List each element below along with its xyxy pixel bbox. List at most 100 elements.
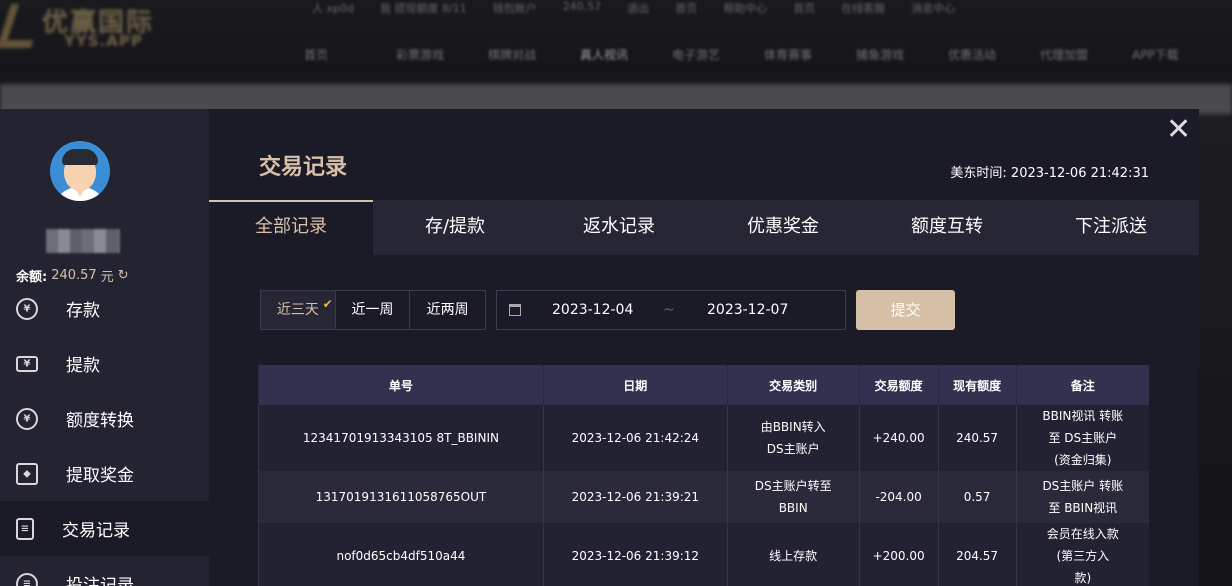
cell-date: 2023-12-06 21:39:12 xyxy=(542,523,728,586)
nav-item: 棋牌对战 xyxy=(488,48,537,62)
sidebar-item-label: 额度转换 xyxy=(66,411,134,431)
range-label: 近三天 xyxy=(276,302,319,318)
sidebar-menu: ¥ 存款 ¥ 提款 ¥ 额度转换 ◆ 提取奖金 ≡ 交易记录 ≡ 投注记录 xyxy=(0,281,209,586)
top-bar-item: 人 xp0d xyxy=(312,2,354,15)
background-top-bar: 人 xp0d 我 提现额度 8/11 钱包账户 240.57 退出 首页 帮助中… xyxy=(312,0,955,16)
deposit-icon: ¥ xyxy=(16,297,38,320)
submit-button[interactable]: 提交 xyxy=(856,290,955,330)
bet-record-icon: ≡ xyxy=(16,572,38,586)
username-redacted xyxy=(46,229,120,253)
top-bar-item: 我 提现额度 8/11 xyxy=(379,2,467,15)
page-title: 交易记录 xyxy=(259,155,348,180)
column-header: 备注 xyxy=(1015,365,1149,405)
check-icon: ✔ xyxy=(322,297,333,311)
nav-item: 首页 xyxy=(304,48,329,62)
top-bar-item: 退出 xyxy=(627,2,650,15)
top-bar-item: 钱包账户 xyxy=(492,2,537,15)
table-row: 12341701913343105 8T_BBININ 2023-12-06 2… xyxy=(258,405,1149,471)
column-header: 交易类别 xyxy=(726,365,860,405)
cell-note: DS主账户 转账至 BBIN视讯 xyxy=(1015,471,1149,523)
table-header-row: 单号 日期 交易类别 交易额度 现有额度 备注 xyxy=(258,365,1149,405)
cell-balance: 0.57 xyxy=(937,471,1017,523)
clock-value: 2023-12-06 21:42:31 xyxy=(1010,166,1149,181)
range-3-days-button[interactable]: 近三天 ✔ xyxy=(261,291,336,329)
sidebar-item-label: 提款 xyxy=(66,356,100,376)
withdraw-ticket-icon: ¥ xyxy=(16,355,38,372)
top-bar-item: 首页 xyxy=(793,2,816,15)
cell-balance: 204.57 xyxy=(937,523,1017,586)
top-bar-item: 240.57 xyxy=(562,0,602,13)
close-button[interactable]: ✕ xyxy=(1166,115,1191,145)
cell-order-id: 1317019131611058765OUT xyxy=(258,471,544,523)
date-separator: ~ xyxy=(663,302,675,318)
transaction-modal: 余额: 240.57 元 ↻ ¥ 存款 ¥ 提款 ¥ 额度转换 ◆ 提取奖金 ≡… xyxy=(0,109,1199,586)
main-panel: 交易记录 美东时间: 2023-12-06 21:42:31 全部记录 存/提款… xyxy=(209,109,1199,586)
sidebar-item-label: 提取奖金 xyxy=(66,466,134,486)
cell-amount: +240.00 xyxy=(858,405,939,471)
column-header: 现有额度 xyxy=(937,365,1017,405)
clock-label: 美东时间: xyxy=(950,166,1007,181)
cell-note: BBIN视讯 转账至 DS主账户 (资金归集) xyxy=(1015,405,1149,471)
sidebar-item-bonus[interactable]: ◆ 提取奖金 xyxy=(0,446,209,501)
nav-item: APP下载 xyxy=(1132,48,1179,62)
avatar xyxy=(50,141,110,201)
cell-amount: -204.00 xyxy=(858,471,939,523)
column-header: 单号 xyxy=(258,365,544,405)
tab-promo-bonus[interactable]: 优惠奖金 xyxy=(701,200,865,255)
tab-all-records[interactable]: 全部记录 xyxy=(209,200,373,255)
nav-item: 电子游艺 xyxy=(672,48,721,62)
clipboard-icon: ≡ xyxy=(16,517,34,540)
cell-date: 2023-12-06 21:42:24 xyxy=(542,405,728,471)
account-sidebar: 余额: 240.57 元 ↻ ¥ 存款 ¥ 提款 ¥ 额度转换 ◆ 提取奖金 ≡… xyxy=(0,109,209,586)
tab-deposit-withdraw[interactable]: 存/提款 xyxy=(373,200,537,255)
cell-order-id: 12341701913343105 8T_BBININ xyxy=(258,405,544,471)
cell-date: 2023-12-06 21:39:21 xyxy=(542,471,728,523)
sidebar-item-label: 存款 xyxy=(66,301,100,321)
tab-rebate[interactable]: 返水记录 xyxy=(537,200,701,255)
sidebar-item-label: 交易记录 xyxy=(62,521,130,541)
site-logo: 优赢国际 YYS.APP xyxy=(0,0,194,60)
sidebar-item-transactions[interactable]: ≡ 交易记录 xyxy=(0,501,209,556)
nav-item: 代理加盟 xyxy=(1040,48,1089,62)
top-bar-item: 消息中心 xyxy=(911,2,956,15)
calendar-icon xyxy=(509,304,521,316)
top-bar-item: 首页 xyxy=(675,2,698,15)
table-row: nof0d65cb4df510a44 2023-12-06 21:39:12 线… xyxy=(258,523,1149,586)
logo-mark-icon xyxy=(0,4,46,48)
start-date-field[interactable]: 2023-12-04 xyxy=(552,302,633,318)
nav-item-active: 真人视讯 xyxy=(580,48,629,62)
background-nav: 首页 彩票游戏 棋牌对战 真人视讯 电子游艺 体育赛事 捕鱼游戏 优惠活动 代理… xyxy=(304,46,1224,63)
end-date-field[interactable]: 2023-12-07 xyxy=(707,302,788,318)
range-1-week-button[interactable]: 近一周 xyxy=(336,291,411,329)
cell-type: 线上存款 xyxy=(726,523,860,586)
logo-subtitle: YYS.APP xyxy=(64,32,143,50)
nav-item: 彩票游戏 xyxy=(396,48,445,62)
cell-balance: 240.57 xyxy=(937,405,1017,471)
record-tabs: 全部记录 存/提款 返水记录 优惠奖金 额度互转 下注派送 xyxy=(209,200,1199,255)
tab-bet-payout[interactable]: 下注派送 xyxy=(1029,200,1193,255)
tab-transfer[interactable]: 额度互转 xyxy=(865,200,1029,255)
date-range-presets: 近三天 ✔ 近一周 近两周 xyxy=(260,290,486,330)
top-bar-item: 帮助中心 xyxy=(723,2,768,15)
eastern-time-clock: 美东时间: 2023-12-06 21:42:31 xyxy=(950,162,1149,181)
date-range-picker[interactable]: 2023-12-04 ~ 2023-12-07 xyxy=(496,290,846,330)
sidebar-item-deposit[interactable]: ¥ 存款 xyxy=(0,281,209,336)
cell-type: DS主账户转至 BBIN xyxy=(726,471,860,523)
gift-icon: ◆ xyxy=(16,462,38,485)
nav-item: 体育赛事 xyxy=(764,48,813,62)
table-row: 1317019131611058765OUT 2023-12-06 21:39:… xyxy=(258,471,1149,523)
cell-type: 由BBIN转入 DS主账户 xyxy=(726,405,860,471)
cell-order-id: nof0d65cb4df510a44 xyxy=(258,523,544,586)
cell-note: 会员在线入款 (第三方入 款) xyxy=(1015,523,1149,586)
transfer-icon: ¥ xyxy=(16,407,38,430)
transaction-table: 单号 日期 交易类别 交易额度 现有额度 备注 1234170191334310… xyxy=(258,365,1149,586)
sidebar-item-label: 投注记录 xyxy=(66,576,134,586)
sidebar-item-bet-records[interactable]: ≡ 投注记录 xyxy=(0,556,209,586)
column-header: 交易额度 xyxy=(858,365,939,405)
cell-amount: +200.00 xyxy=(858,523,939,586)
range-2-weeks-button[interactable]: 近两周 xyxy=(410,291,485,329)
top-bar-item: 在线客服 xyxy=(841,2,886,15)
sidebar-item-withdraw[interactable]: ¥ 提款 xyxy=(0,336,209,391)
sidebar-item-transfer[interactable]: ¥ 额度转换 xyxy=(0,391,209,446)
nav-item: 捕鱼游戏 xyxy=(856,48,905,62)
